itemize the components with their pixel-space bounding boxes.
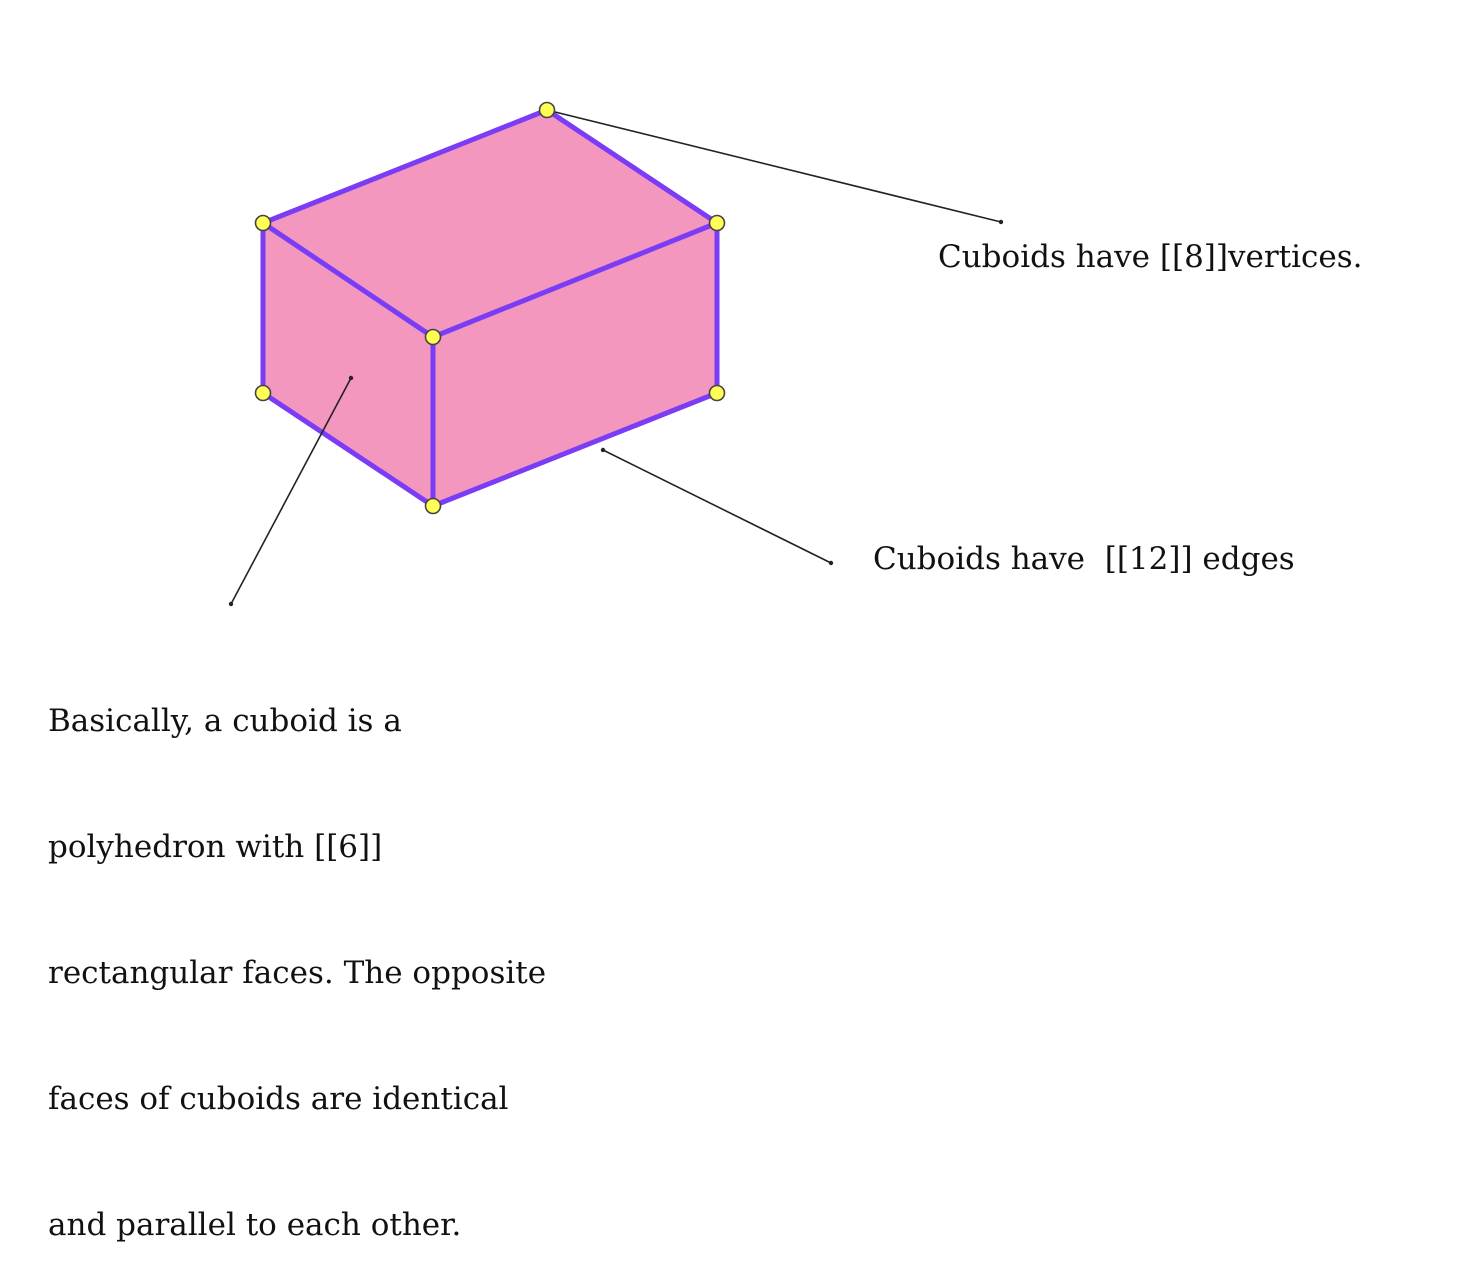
vertex-top-front: [424, 328, 442, 346]
faces-leader-dot-end: [228, 601, 234, 607]
vertex-top-left: [254, 214, 272, 232]
faces-annotation-line: Basically, a cuboid is a: [48, 703, 402, 739]
faces-annotation-line: and parallel to each other.: [48, 1207, 462, 1243]
vertex-bottom-front: [424, 497, 442, 515]
edges-annotation: Cuboids have [[12]] edges: [873, 541, 1295, 577]
vertex-bottom-right: [708, 384, 726, 402]
vertices-annotation: Cuboids have [[8]]vertices.: [938, 239, 1363, 275]
faces-annotation-line: faces of cuboids are identical: [48, 1081, 509, 1117]
edges-leader-dot-start: [600, 447, 606, 453]
faces-annotation-line: rectangular faces. The opposite: [48, 955, 547, 991]
vertex-bottom-left: [254, 384, 272, 402]
faces-leader-dot-start: [348, 375, 354, 381]
vertex-top-right: [708, 214, 726, 232]
edges-leader-dot-end: [828, 560, 834, 566]
vertices-leader-dot: [998, 219, 1004, 225]
edges-leader-line: [602, 449, 832, 564]
vertex-top-back: [538, 101, 556, 119]
faces-annotation-line: polyhedron with [[6]]: [48, 829, 383, 865]
faces-annotation: Basically, a cuboid is a polyhedron with…: [48, 616, 546, 1288]
